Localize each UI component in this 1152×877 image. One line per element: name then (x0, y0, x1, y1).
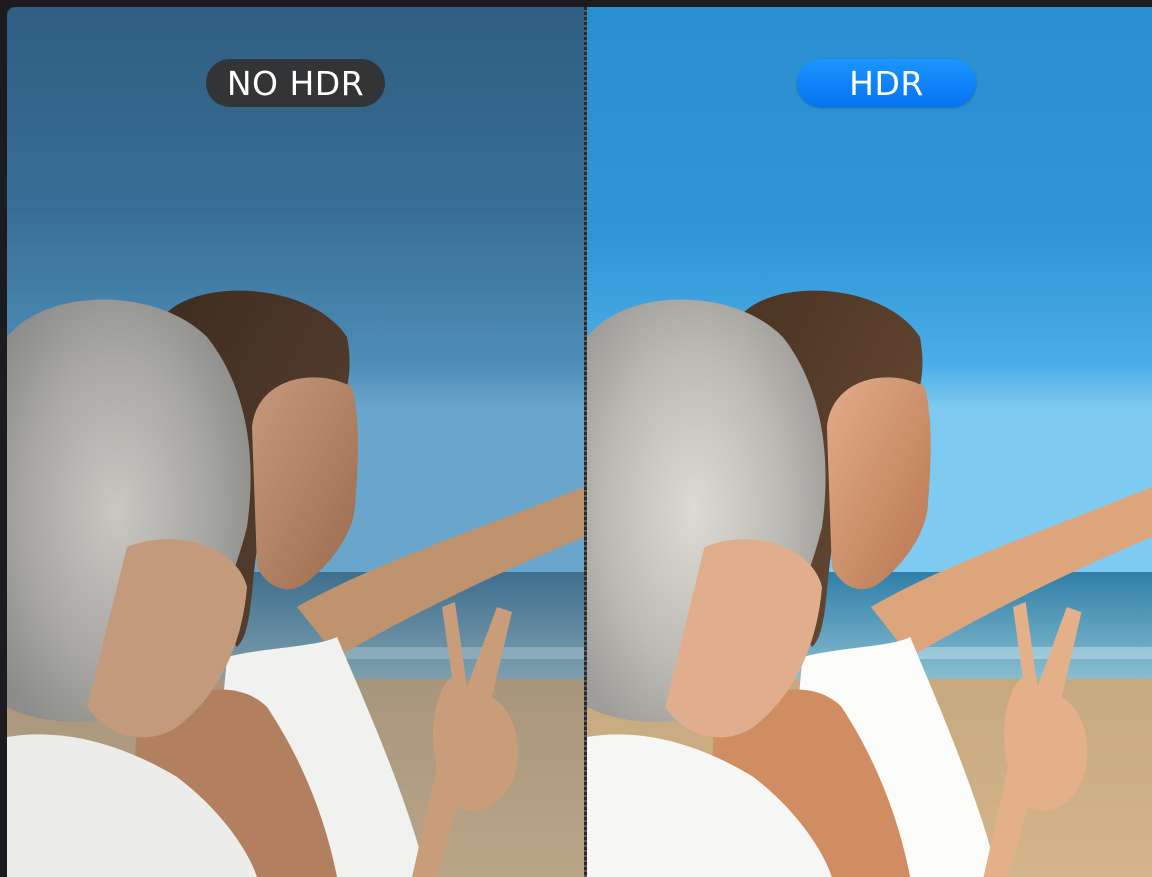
hdr-panel: HDR (587, 7, 1152, 877)
no-hdr-badge: NO HDR (206, 59, 385, 107)
hdr-photo (587, 7, 1152, 877)
comparison-frame: NO HDR HDR (7, 7, 1152, 877)
no-hdr-photo (7, 7, 584, 877)
no-hdr-panel: NO HDR (7, 7, 584, 877)
hdr-badge: HDR (797, 59, 976, 107)
